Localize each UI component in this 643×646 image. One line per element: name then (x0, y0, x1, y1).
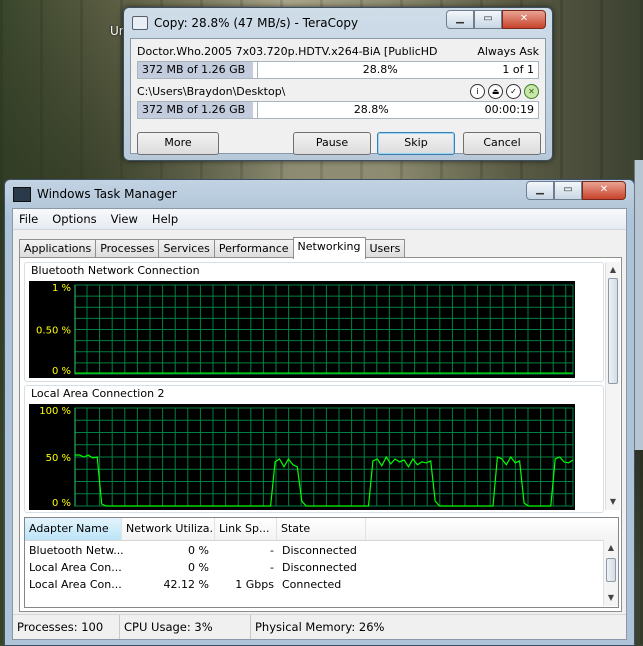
file-progress-count: 1 of 1 (502, 63, 534, 76)
status-memory: Physical Memory: 26% (255, 620, 385, 634)
list-scrollbar-thumb[interactable] (606, 558, 616, 582)
lan-graph: 100 % 50 % 0 % (29, 404, 575, 510)
tab-processes[interactable]: Processes (95, 239, 160, 258)
tick-label: 0.50 % (36, 326, 71, 337)
adapter-state: Connected (282, 578, 342, 591)
col-network-utilization[interactable]: Network Utiliza... (122, 518, 215, 540)
file-progress-percent: 28.8% (362, 63, 398, 76)
tm-close-button[interactable]: ✕ (582, 181, 626, 200)
file-progress-size: 372 MB of 1.26 GB (138, 62, 258, 78)
source-filename: Doctor.Who.2005 7x03.720p.HDTV.x264-BiA … (137, 44, 438, 58)
col-state[interactable]: State (277, 518, 366, 540)
teracopy-title: Copy: 28.8% (47 MB/s) - TeraCopy (154, 16, 359, 30)
total-progress-percent: 28.8% (353, 103, 389, 116)
bluetooth-graph: 1 % 0.50 % 0 % (29, 281, 575, 378)
bluetooth-graph-label: Bluetooth Network Connection (31, 264, 200, 277)
tick-label: 0 % (52, 366, 71, 377)
tick-label: 100 % (39, 406, 71, 417)
teracopy-window: Copy: 28.8% (47 MB/s) - TeraCopy ▁ ▭ ✕ D… (123, 7, 553, 161)
tab-services[interactable]: Services (158, 239, 215, 258)
menu-options[interactable]: Options (46, 209, 104, 229)
adapter-name: Local Area Con... (29, 578, 122, 591)
check-icon[interactable]: ✓ (506, 83, 521, 99)
minimize-button[interactable]: ▁ (446, 10, 474, 29)
close-button[interactable]: ✕ (502, 10, 546, 29)
menu-view[interactable]: View (105, 209, 146, 229)
task-manager-titlebar[interactable]: Windows Task Manager (13, 184, 177, 204)
status-bar: Processes: 100 CPU Usage: 3% Physical Me… (13, 614, 626, 639)
adapter-row[interactable]: Bluetooth Netw... 0 % - Disconnected (25, 542, 618, 559)
scrollbar-thumb[interactable] (608, 278, 618, 384)
tab-users[interactable]: Users (364, 239, 406, 258)
file-progress-bar: 372 MB of 1.26 GB 28.8% 1 of 1 (137, 61, 539, 79)
adapter-list: Adapter Name Network Utiliza... Link Sp.… (24, 517, 619, 608)
lan-graph-box: Local Area Connection 2 100 % 50 % 0 % (24, 385, 604, 513)
tick-label: 0 % (52, 498, 71, 509)
adapter-name: Local Area Con... (29, 561, 122, 574)
menu-file[interactable]: File (13, 209, 46, 229)
close-green-icon[interactable]: ✕ (524, 83, 539, 99)
adapter-list-header: Adapter Name Network Utiliza... Link Sp.… (25, 518, 618, 541)
tab-networking[interactable]: Networking (292, 237, 366, 259)
adapter-row[interactable]: Local Area Con... 42.12 % 1 Gbps Connect… (25, 576, 618, 593)
list-scroll-up-icon[interactable]: ▲ (604, 540, 618, 556)
eject-icon[interactable]: ⏏ (488, 83, 503, 99)
total-progress-size: 372 MB of 1.26 GB (138, 102, 258, 118)
task-manager-title: Windows Task Manager (37, 187, 177, 201)
more-button[interactable]: More (137, 132, 219, 155)
graphs-scrollbar[interactable]: ▲ ▼ (605, 262, 620, 510)
cancel-button[interactable]: Cancel (463, 132, 541, 155)
tm-maximize-button[interactable]: ▭ (554, 181, 582, 200)
task-manager-app-icon (13, 186, 31, 202)
skip-button[interactable]: Skip (377, 132, 455, 155)
adapter-list-scrollbar[interactable]: ▲ ▼ (603, 540, 618, 606)
elapsed-time: 00:00:19 (484, 103, 534, 116)
tick-label: 50 % (46, 453, 71, 464)
adapter-name: Bluetooth Netw... (29, 544, 124, 557)
menu-help[interactable]: Help (146, 209, 186, 229)
task-manager-window: Windows Task Manager ▁ ▭ ✕ File Options … (4, 179, 635, 646)
teracopy-body: Doctor.Who.2005 7x03.720p.HDTV.x264-BiA … (130, 38, 546, 155)
col-adapter-name[interactable]: Adapter Name (25, 518, 122, 540)
background-window-edge (634, 160, 643, 450)
adapter-util: 42.12 % (163, 578, 209, 591)
tab-applications[interactable]: Applications (19, 239, 97, 258)
adapter-util: 0 % (188, 544, 209, 557)
pause-button[interactable]: Pause (293, 132, 371, 155)
tm-minimize-button[interactable]: ▁ (526, 181, 554, 200)
list-scroll-down-icon[interactable]: ▼ (604, 590, 618, 606)
status-processes: Processes: 100 (13, 615, 120, 639)
maximize-button[interactable]: ▭ (474, 10, 502, 29)
adapter-speed: - (270, 544, 274, 557)
adapter-row[interactable]: Local Area Con... 0 % - Disconnected (25, 559, 618, 576)
adapter-speed: 1 Gbps (235, 578, 274, 591)
tab-performance[interactable]: Performance (213, 239, 294, 258)
info-icon[interactable]: i (470, 83, 485, 99)
tab-strip: Applications Processes Services Performa… (19, 237, 406, 259)
networking-panel: Bluetooth Network Connection 1 % 0.50 % 0 … (19, 257, 622, 612)
destination-path: C:\Users\Braydon\Desktop\ (137, 84, 286, 98)
desktop-icon-label[interactable]: Ur (110, 24, 124, 38)
scroll-up-icon[interactable]: ▲ (606, 262, 620, 278)
status-cpu: CPU Usage: 3% (120, 615, 251, 639)
tick-label: 1 % (52, 283, 71, 294)
overwrite-mode[interactable]: Always Ask (477, 45, 539, 58)
bluetooth-graph-box: Bluetooth Network Connection 1 % 0.50 % 0 … (24, 262, 604, 382)
col-link-speed[interactable]: Link Sp... (215, 518, 277, 540)
lan-graph-label: Local Area Connection 2 (31, 387, 165, 400)
adapter-util: 0 % (188, 561, 209, 574)
menu-bar: File Options View Help (13, 209, 626, 230)
adapter-state: Disconnected (282, 561, 357, 574)
total-progress-bar: 372 MB of 1.26 GB 28.8% 00:00:19 (137, 101, 539, 119)
teracopy-app-icon (132, 16, 148, 30)
adapter-speed: - (270, 561, 274, 574)
scroll-down-icon[interactable]: ▼ (606, 494, 620, 510)
adapter-state: Disconnected (282, 544, 357, 557)
